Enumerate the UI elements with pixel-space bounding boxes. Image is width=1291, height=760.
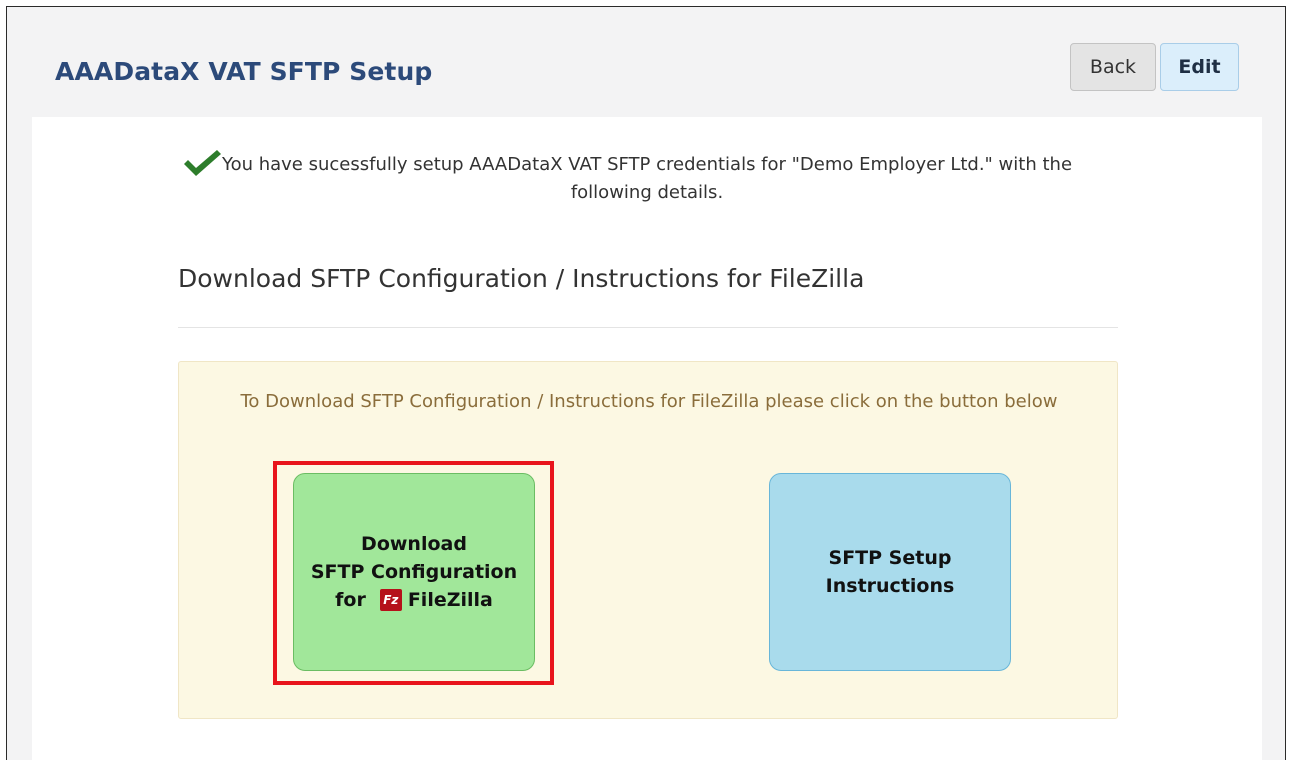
instructions-tile-line-2: Instructions bbox=[825, 575, 955, 597]
download-tile-line-3: for Fz FileZilla bbox=[335, 586, 493, 614]
download-filezilla-config-button[interactable]: Download SFTP Configuration for Fz FileZ… bbox=[293, 473, 535, 671]
panel-body: You have sucessfully setup AAADataX VAT … bbox=[32, 117, 1262, 760]
section-title: Download SFTP Configuration / Instructio… bbox=[178, 264, 865, 293]
edit-button[interactable]: Edit bbox=[1160, 43, 1239, 91]
divider bbox=[178, 327, 1118, 328]
page-title: AAADataX VAT SFTP Setup bbox=[55, 57, 433, 86]
success-message: You have sucessfully setup AAADataX VAT … bbox=[221, 154, 1073, 203]
info-text: To Download SFTP Configuration / Instruc… bbox=[240, 391, 1058, 412]
panel-header: AAADataX VAT SFTP Setup Back Edit bbox=[7, 7, 1285, 117]
sftp-setup-instructions-button[interactable]: SFTP Setup Instructions bbox=[769, 473, 1011, 671]
back-button[interactable]: Back bbox=[1070, 43, 1156, 91]
download-tile-app-label: FileZilla bbox=[407, 589, 493, 611]
instructions-tile-line-1: SFTP Setup bbox=[828, 547, 952, 569]
download-info-box: To Download SFTP Configuration / Instruc… bbox=[178, 361, 1118, 719]
filezilla-icon: Fz bbox=[379, 589, 402, 611]
download-tile-for-label: for bbox=[335, 589, 366, 611]
app-frame: AAADataX VAT SFTP Setup Back Edit You ha… bbox=[6, 6, 1286, 760]
download-tile-line-1: Download bbox=[361, 533, 467, 555]
download-tile-line-2: SFTP Configuration bbox=[310, 561, 518, 583]
